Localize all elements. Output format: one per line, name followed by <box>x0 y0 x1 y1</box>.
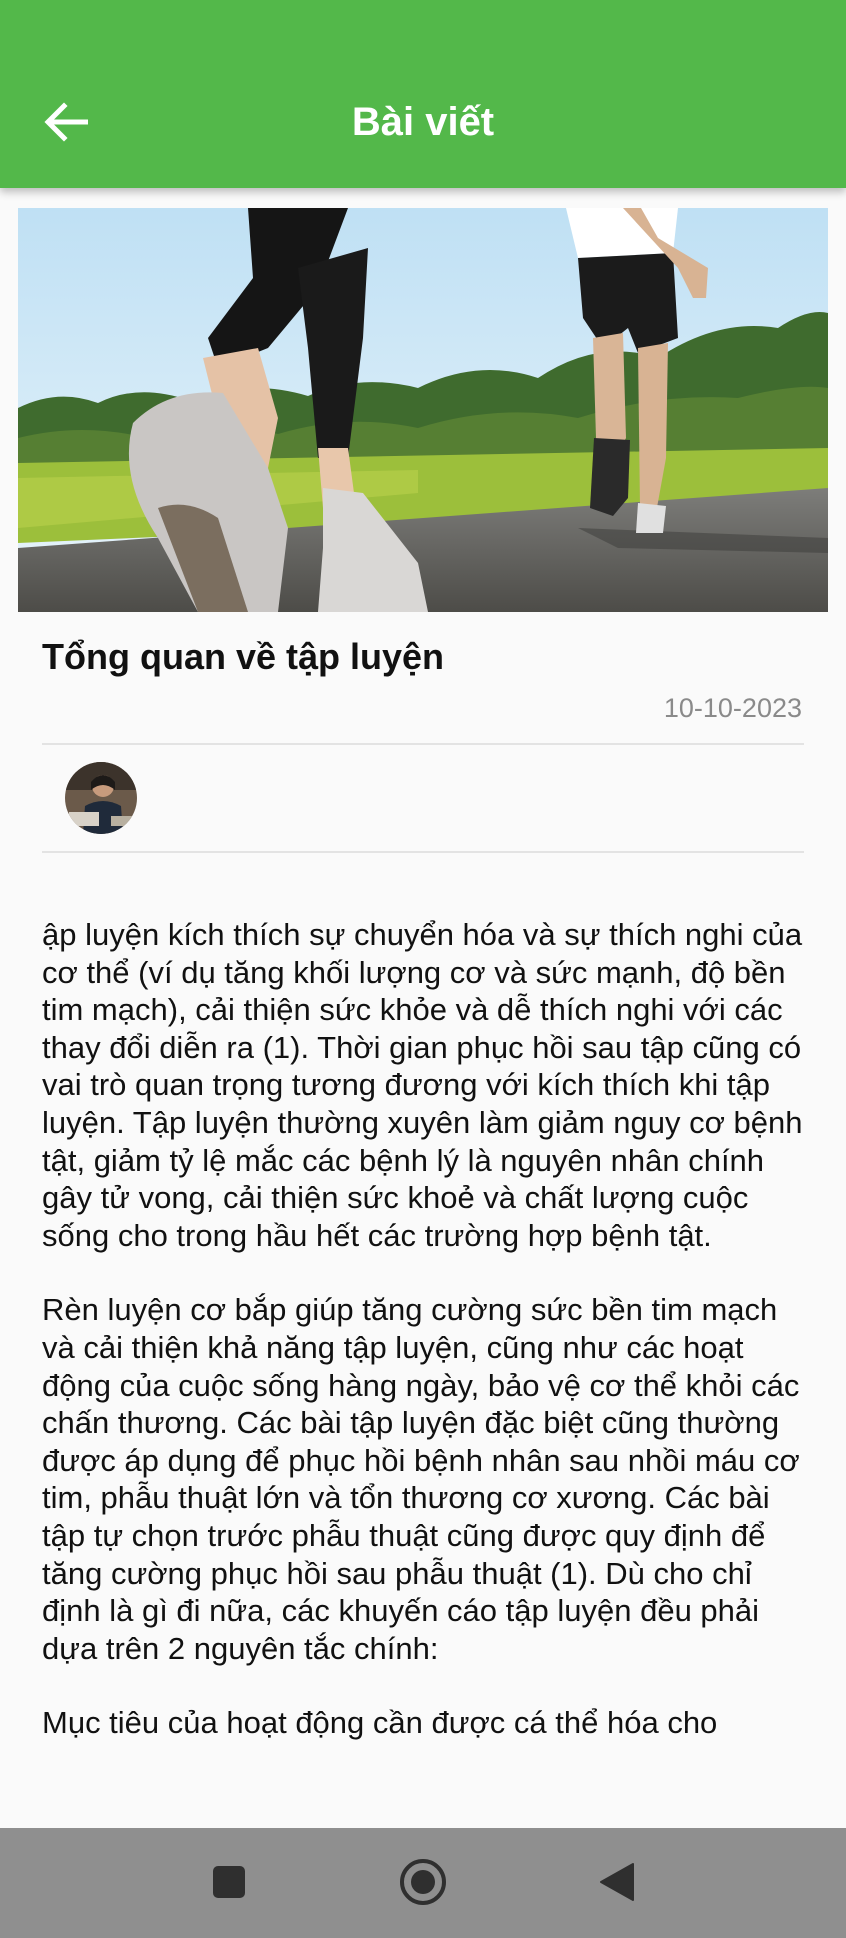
article-title: Tổng quan về tập luyện <box>42 636 445 677</box>
runners-photo <box>18 208 828 612</box>
divider-bottom <box>42 851 804 853</box>
app-bar: Bài viết <box>0 0 846 188</box>
divider-top <box>42 743 804 745</box>
recents-button[interactable] <box>199 1852 259 1912</box>
square-recents-icon <box>213 1866 245 1898</box>
page-title: Bài viết <box>351 100 495 144</box>
circle-home-icon <box>400 1859 446 1905</box>
article-paragraph: ập luyện kích thích sự chuyển hóa và sự … <box>42 917 803 1253</box>
article-hero-image <box>18 208 828 612</box>
article-body: ập luyện kích thích sự chuyển hóa và sự … <box>42 916 818 1779</box>
nav-back-button[interactable] <box>587 1852 647 1912</box>
author-avatar[interactable] <box>65 762 137 834</box>
article-paragraph: Mục tiêu của hoạt động cần được cá thể h… <box>42 1705 718 1741</box>
author-photo <box>65 762 137 834</box>
article-date: 10-10-2023 <box>663 693 802 723</box>
home-button[interactable] <box>393 1852 453 1912</box>
triangle-back-icon <box>600 1863 634 1901</box>
article-paragraph: Rèn luyện cơ bắp giúp tăng cường sức bền… <box>42 1292 800 1666</box>
system-navigation-bar <box>0 1828 846 1938</box>
